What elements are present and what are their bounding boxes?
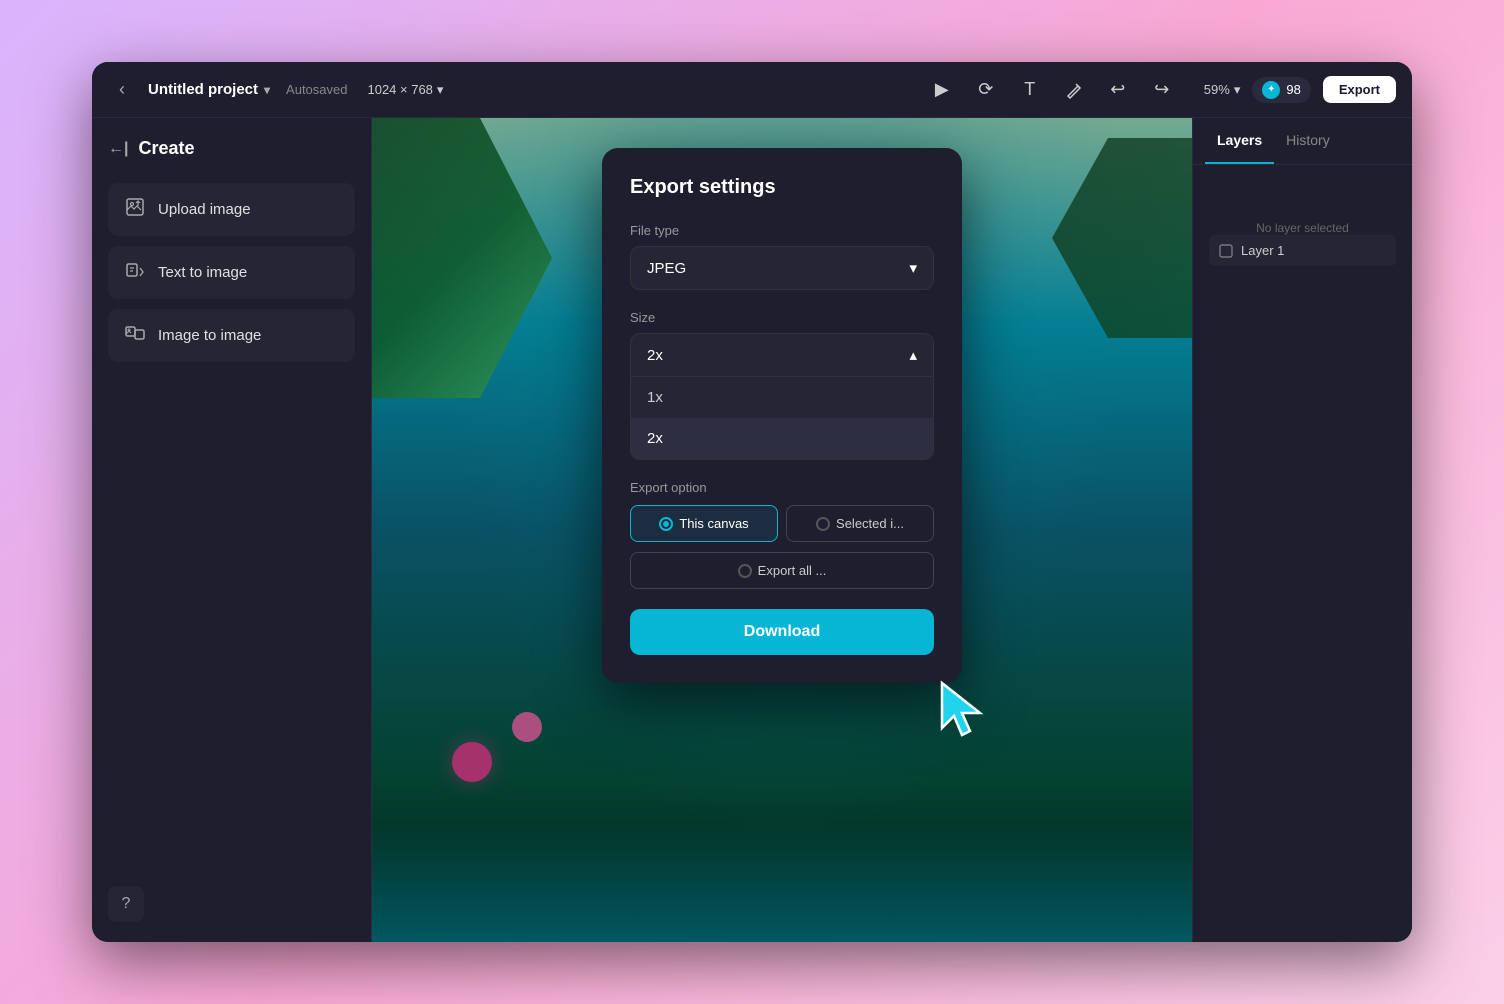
app-window: ‹ Untitled project ▾ Autosaved 1024 × 76… bbox=[92, 62, 1412, 942]
select-tool[interactable]: ▶ bbox=[928, 76, 956, 104]
canvas-dimensions[interactable]: 1024 × 768 ▾ bbox=[367, 82, 443, 98]
this-canvas-button[interactable]: This canvas bbox=[630, 505, 778, 542]
export-settings-modal: Export settings File type JPEG ▾ Size 2x… bbox=[602, 148, 962, 683]
toolbar: ▶ ⟳ T ↩ ↪ bbox=[928, 76, 1176, 104]
file-type-label: File type bbox=[630, 223, 934, 238]
upload-icon bbox=[124, 197, 146, 222]
modal-overlay: Export settings File type JPEG ▾ Size 2x… bbox=[372, 118, 1192, 942]
text-to-image-label: Text to image bbox=[158, 264, 247, 281]
pen-tool[interactable] bbox=[1060, 76, 1088, 104]
dims-chevron-icon: ▾ bbox=[437, 82, 444, 98]
sidebar-title: Create bbox=[138, 138, 194, 159]
upload-label: Upload image bbox=[158, 201, 251, 218]
cursor-arrow bbox=[932, 673, 992, 733]
sidebar-item-image-to-image[interactable]: Image to image bbox=[108, 309, 355, 362]
project-title[interactable]: Untitled project ▾ bbox=[148, 81, 270, 98]
file-type-chevron-icon: ▾ bbox=[909, 259, 917, 277]
export-button[interactable]: Export bbox=[1323, 76, 1396, 103]
image-to-image-label: Image to image bbox=[158, 327, 261, 344]
size-dropdown: 1x 2x bbox=[630, 376, 934, 460]
size-option-2x[interactable]: 2x bbox=[631, 418, 933, 459]
export-all-radio-icon bbox=[738, 564, 752, 578]
panel-tabs: Layers History bbox=[1193, 118, 1412, 165]
zoom-control[interactable]: 59% ▾ bbox=[1204, 82, 1241, 98]
tab-history[interactable]: History bbox=[1274, 118, 1342, 164]
sidebar-item-upload[interactable]: Upload image bbox=[108, 183, 355, 236]
no-layer-text: No layer selected bbox=[1209, 221, 1396, 235]
size-label: Size bbox=[630, 310, 934, 325]
export-all-button[interactable]: Export all ... bbox=[630, 552, 934, 589]
size-chevron-icon: ▴ bbox=[909, 346, 917, 364]
header-right: 59% ▾ ✦ 98 Export bbox=[1204, 76, 1396, 103]
credits-icon: ✦ bbox=[1262, 81, 1280, 99]
right-panel: Layers History No layer selected Layer 1 bbox=[1192, 118, 1412, 942]
redo-button[interactable]: ↪ bbox=[1148, 76, 1176, 104]
size-select[interactable]: 2x ▴ bbox=[630, 333, 934, 376]
sidebar-item-text-to-image[interactable]: Text to image bbox=[108, 246, 355, 299]
radio-inner bbox=[663, 521, 669, 527]
zoom-chevron-icon: ▾ bbox=[1234, 82, 1241, 98]
credits-badge[interactable]: ✦ 98 bbox=[1252, 77, 1310, 103]
sidebar: ←| Create Upload image bbox=[92, 118, 372, 942]
text-to-image-icon bbox=[124, 260, 146, 285]
credits-count: 98 bbox=[1286, 82, 1300, 97]
selected-button[interactable]: Selected i... bbox=[786, 505, 934, 542]
undo-button[interactable]: ↩ bbox=[1104, 76, 1132, 104]
size-option-1x[interactable]: 1x bbox=[631, 377, 933, 418]
modal-title: Export settings bbox=[630, 176, 934, 199]
autosaved-status: Autosaved bbox=[286, 82, 347, 97]
panel-content: No layer selected Layer 1 bbox=[1193, 165, 1412, 942]
sidebar-header: ←| Create bbox=[108, 138, 355, 159]
export-options-row: This canvas Selected i... bbox=[630, 505, 934, 542]
tab-layers[interactable]: Layers bbox=[1205, 118, 1274, 164]
export-option-label: Export option bbox=[630, 480, 934, 495]
image-to-image-icon bbox=[124, 323, 146, 348]
radio-active-icon bbox=[659, 517, 673, 531]
text-tool[interactable]: T bbox=[1016, 76, 1044, 104]
layer-item[interactable]: Layer 1 bbox=[1209, 235, 1396, 266]
file-type-select[interactable]: JPEG ▾ bbox=[630, 246, 934, 290]
create-back-icon: ←| bbox=[108, 140, 128, 158]
download-button[interactable]: Download bbox=[630, 609, 934, 655]
rotate-tool[interactable]: ⟳ bbox=[972, 76, 1000, 104]
radio-empty-icon bbox=[816, 517, 830, 531]
canvas-area[interactable]: Export settings File type JPEG ▾ Size 2x… bbox=[372, 118, 1192, 942]
title-chevron-icon: ▾ bbox=[264, 83, 270, 97]
help-icon: ? bbox=[122, 895, 131, 913]
layer-label: Layer 1 bbox=[1241, 243, 1284, 258]
header: ‹ Untitled project ▾ Autosaved 1024 × 76… bbox=[92, 62, 1412, 118]
help-button[interactable]: ? bbox=[108, 886, 144, 922]
back-button[interactable]: ‹ bbox=[108, 76, 136, 104]
main-area: ←| Create Upload image bbox=[92, 118, 1412, 942]
